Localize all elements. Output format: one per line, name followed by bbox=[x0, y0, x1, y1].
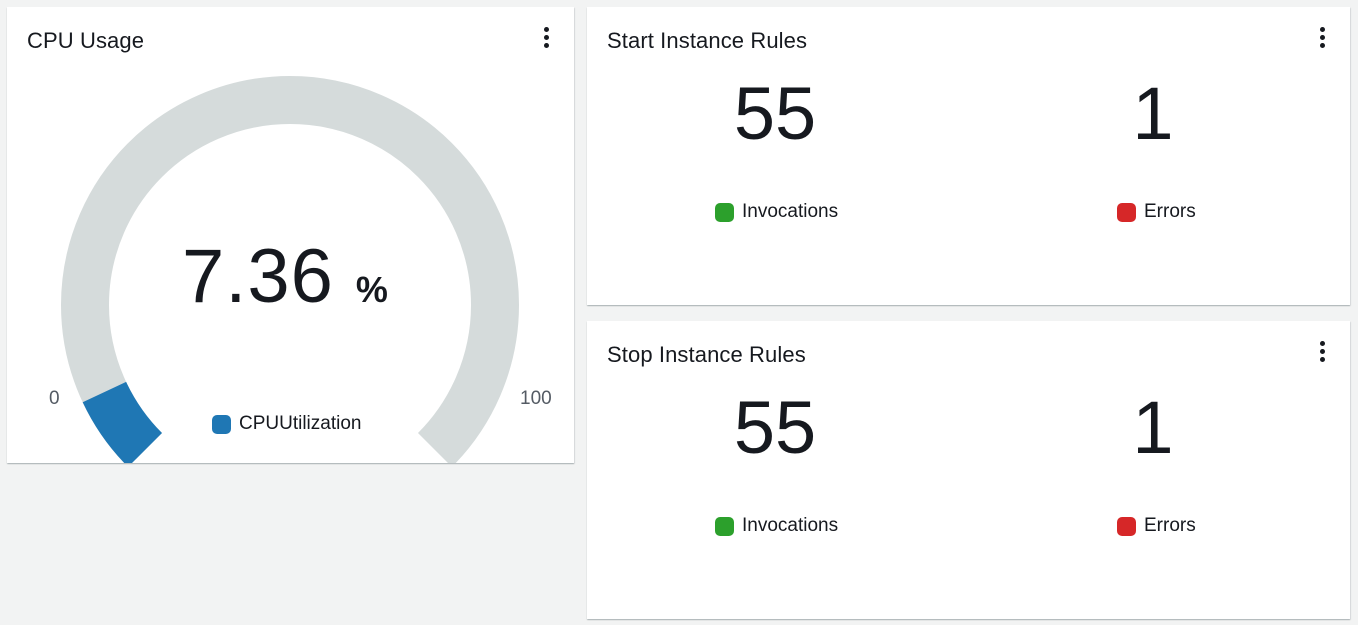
errors-value: 1 bbox=[1132, 386, 1174, 469]
legend-label: Errors bbox=[1144, 201, 1196, 222]
legend-swatch bbox=[715, 202, 734, 222]
errors-value: 1 bbox=[1132, 72, 1174, 155]
legend-swatch bbox=[715, 516, 734, 536]
gauge-fill bbox=[82, 381, 163, 463]
gauge-min-label: 0 bbox=[49, 388, 60, 409]
start-instance-rules-widget: Start Instance Rules 55 1 Invocations Er… bbox=[587, 7, 1350, 305]
legend-swatch bbox=[212, 414, 231, 434]
invocations-legend[interactable]: Invocations bbox=[715, 201, 838, 223]
legend-label: Invocations bbox=[742, 201, 839, 222]
invocations-value: 55 bbox=[733, 72, 817, 155]
cpu-usage-widget: CPU Usage 7.36 % 0 100 CPUUtilization bbox=[7, 7, 574, 463]
gauge-max-label: 100 bbox=[520, 388, 552, 409]
invocations-legend[interactable]: Invocations bbox=[715, 515, 838, 537]
legend-label: Invocations bbox=[742, 515, 839, 536]
legend-swatch bbox=[1117, 516, 1136, 536]
widget-title: Stop Instance Rules bbox=[607, 342, 806, 367]
widget-menu-icon[interactable] bbox=[1312, 337, 1332, 365]
cpu-legend[interactable]: CPUUtilization bbox=[212, 413, 361, 435]
widget-menu-icon[interactable] bbox=[1312, 23, 1332, 51]
widget-title: Start Instance Rules bbox=[607, 28, 808, 53]
invocations-value: 55 bbox=[733, 386, 817, 469]
stop-instance-rules-widget: Stop Instance Rules 55 1 Invocations Err… bbox=[587, 321, 1350, 619]
legend-label: CPUUtilization bbox=[239, 413, 362, 434]
gauge-value: 7.36 bbox=[182, 234, 334, 319]
legend-label: Errors bbox=[1144, 515, 1196, 536]
errors-legend[interactable]: Errors bbox=[1117, 515, 1196, 537]
gauge-value-display: 7.36 % bbox=[182, 239, 389, 315]
gauge-unit: % bbox=[355, 269, 389, 310]
legend-swatch bbox=[1117, 202, 1136, 222]
errors-legend[interactable]: Errors bbox=[1117, 201, 1196, 223]
